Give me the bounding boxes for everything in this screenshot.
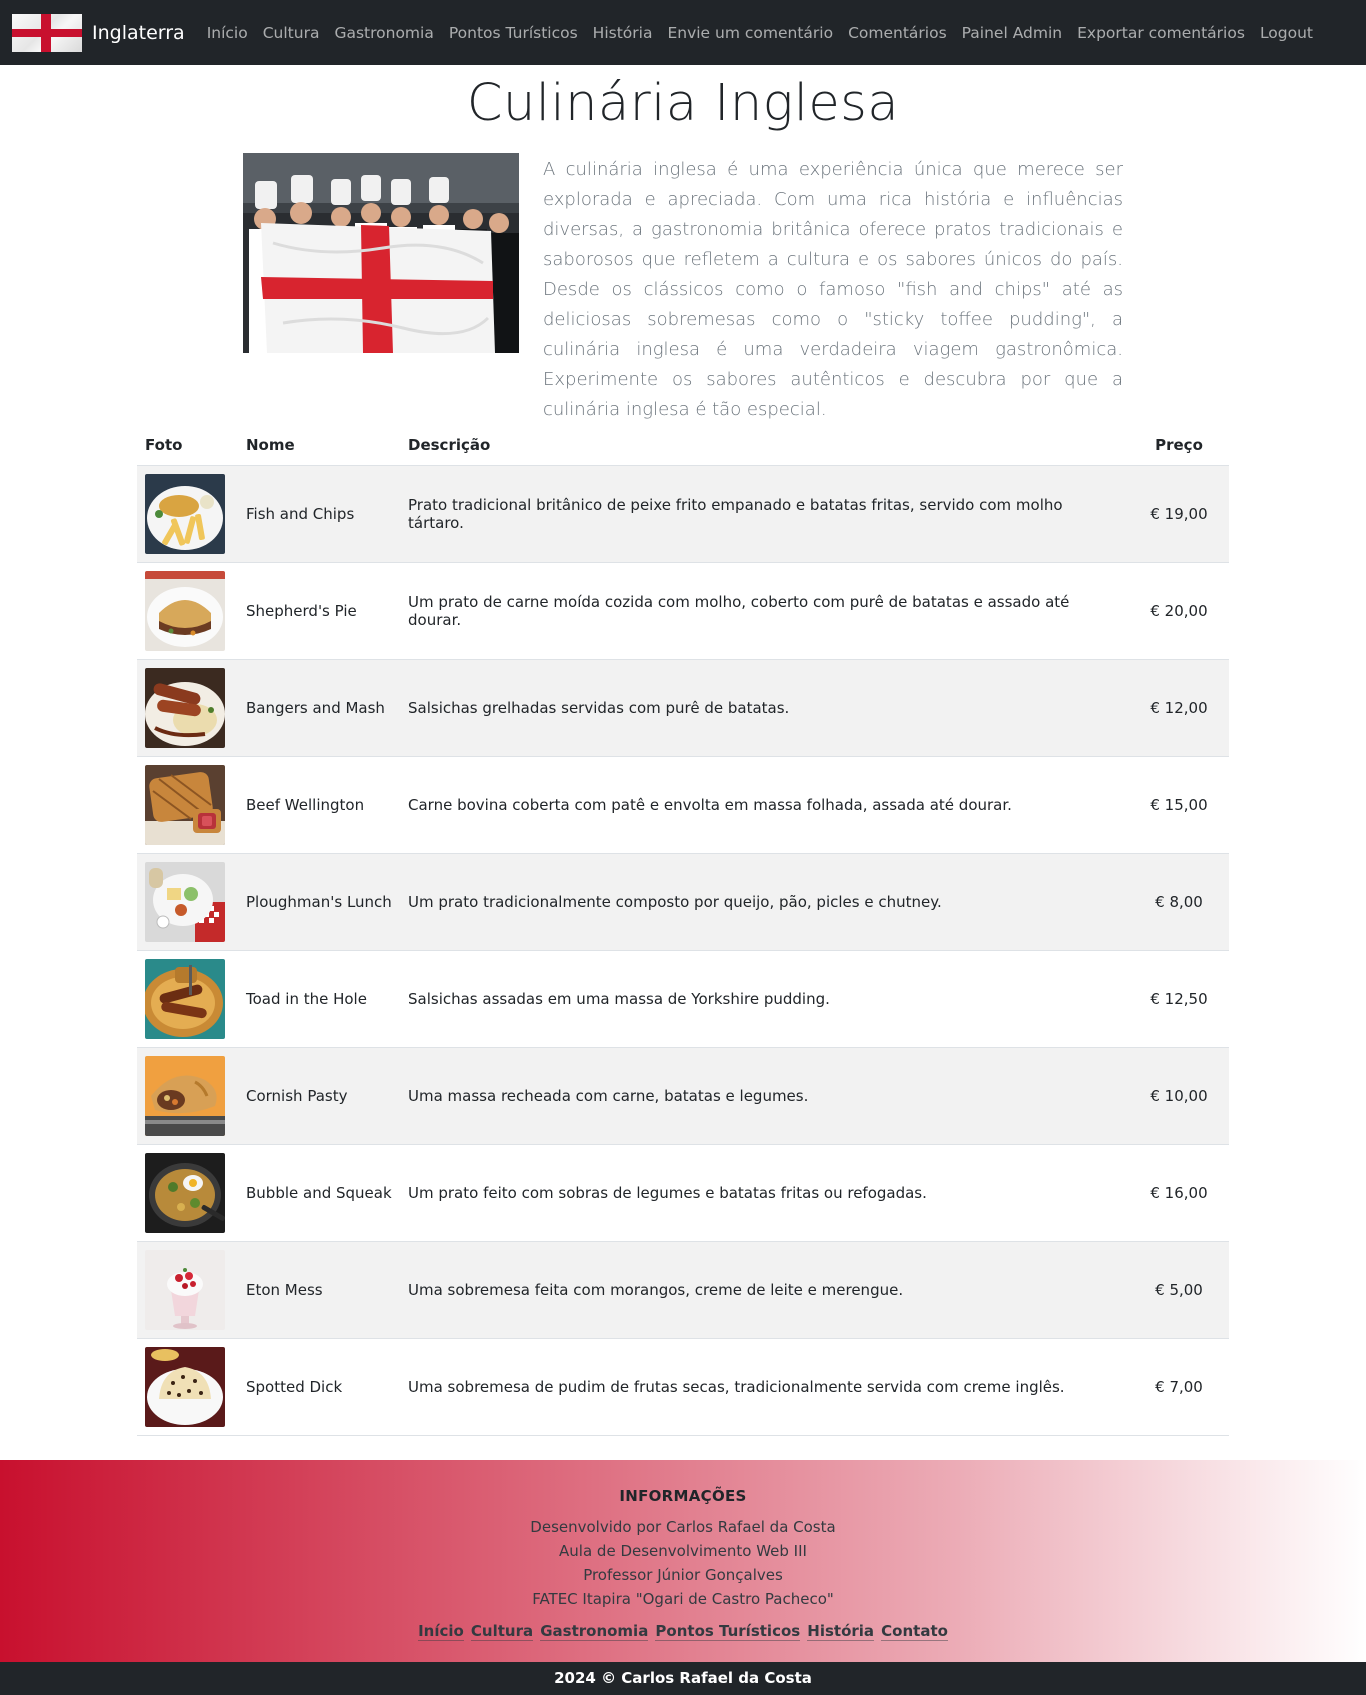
dish-name: Ploughman's Lunch	[238, 853, 400, 951]
footer-developer: Desenvolvido por Carlos Rafael da Costa	[530, 1518, 836, 1536]
nav-link-painel-admin[interactable]: Painel Admin	[962, 24, 1062, 42]
photo-cell	[137, 1144, 238, 1242]
nav-link-logout[interactable]: Logout	[1260, 24, 1313, 42]
footer-professor: Professor Júnior Gonçalves	[583, 1566, 783, 1584]
footer-institution: FATEC Itapira "Ogari de Castro Pacheco"	[532, 1590, 834, 1608]
table-row: Eton Mess Uma sobremesa feita com morang…	[137, 1241, 1229, 1339]
table-row: Beef Wellington Carne bovina coberta com…	[137, 756, 1229, 854]
dish-price: € 8,00	[1129, 853, 1229, 951]
table-row: Cornish Pasty Uma massa recheada com car…	[137, 1047, 1229, 1145]
photo-cell	[137, 756, 238, 854]
photo-cell	[137, 465, 238, 563]
nav-link-historia[interactable]: História	[593, 24, 653, 42]
footer-links: Início Cultura Gastronomia Pontos Turíst…	[0, 1621, 1366, 1641]
fish-and-chips-photo	[145, 473, 225, 554]
nav-link-inicio[interactable]: Início	[207, 24, 248, 42]
bubble-and-squeak-photo	[145, 1152, 225, 1233]
dish-name: Fish and Chips	[238, 465, 400, 563]
photo-cell	[137, 659, 238, 757]
dish-name: Eton Mess	[238, 1241, 400, 1339]
dish-description: Um prato feito com sobras de legumes e b…	[400, 1144, 1129, 1242]
dish-description: Uma sobremesa feita com morangos, creme …	[400, 1241, 1129, 1339]
photo-cell	[137, 1241, 238, 1339]
dish-price: € 7,00	[1129, 1338, 1229, 1436]
dish-price: € 12,50	[1129, 950, 1229, 1048]
copyright-bar: 2024 © Carlos Rafael da Costa	[0, 1662, 1366, 1695]
header-descricao: Descrição	[400, 425, 1129, 466]
dish-price: € 12,00	[1129, 659, 1229, 757]
dish-name: Cornish Pasty	[238, 1047, 400, 1145]
dish-name: Toad in the Hole	[238, 950, 400, 1048]
table-row: Toad in the Hole Salsichas assadas em um…	[137, 950, 1229, 1048]
dish-price: € 5,00	[1129, 1241, 1229, 1339]
table-row: Fish and Chips Prato tradicional britâni…	[137, 465, 1229, 563]
page-title: Culinária Inglesa	[466, 74, 900, 133]
table-row: Ploughman's Lunch Um prato tradicionalme…	[137, 853, 1229, 951]
dish-name: Shepherd's Pie	[238, 562, 400, 660]
footer-link-inicio[interactable]: Início	[418, 1622, 464, 1641]
table-row: Shepherd's Pie Um prato de carne moída c…	[137, 562, 1229, 660]
dish-price: € 16,00	[1129, 1144, 1229, 1242]
nav-link-cultura[interactable]: Cultura	[263, 24, 320, 42]
top-navbar: Inglaterra Início Cultura Gastronomia Po…	[0, 0, 1366, 65]
shepherds-pie-photo	[145, 570, 225, 651]
nav-link-gastronomia[interactable]: Gastronomia	[334, 24, 433, 42]
table-header-row: Foto Nome Descrição Preço	[137, 425, 1229, 466]
table-row: Bangers and Mash Salsichas grelhadas ser…	[137, 659, 1229, 757]
photo-cell	[137, 1047, 238, 1145]
photo-cell	[137, 853, 238, 951]
dish-name: Spotted Dick	[238, 1338, 400, 1436]
dish-description: Uma sobremesa de pudim de frutas secas, …	[400, 1338, 1129, 1436]
footer-link-pontos-turisticos[interactable]: Pontos Turísticos	[655, 1622, 801, 1641]
header-foto: Foto	[137, 425, 238, 466]
dish-name: Bangers and Mash	[238, 659, 400, 757]
photo-cell	[137, 950, 238, 1048]
england-flag-icon	[12, 13, 82, 52]
navbar-brand[interactable]: Inglaterra	[12, 13, 207, 52]
cornish-pasty-photo	[145, 1055, 225, 1136]
nav-link-envie-comentario[interactable]: Envie um comentário	[667, 24, 833, 42]
toad-in-the-hole-photo	[145, 958, 225, 1039]
dish-description: Um prato de carne moída cozida com molho…	[400, 562, 1129, 660]
beef-wellington-photo	[145, 764, 225, 845]
ploughmans-lunch-photo	[145, 861, 225, 942]
table-row: Spotted Dick Uma sobremesa de pudim de f…	[137, 1338, 1229, 1436]
footer-title: INFORMAÇÕES	[619, 1487, 747, 1505]
nav-link-pontos-turisticos[interactable]: Pontos Turísticos	[449, 24, 578, 42]
eton-mess-photo	[145, 1249, 225, 1330]
footer-link-gastronomia[interactable]: Gastronomia	[540, 1622, 649, 1641]
footer-link-cultura[interactable]: Cultura	[470, 1622, 534, 1641]
dish-description: Uma massa recheada com carne, batatas e …	[400, 1047, 1129, 1145]
hero-image	[243, 153, 519, 353]
dish-price: € 15,00	[1129, 756, 1229, 854]
dish-description: Carne bovina coberta com patê e envolta …	[400, 756, 1129, 854]
dish-price: € 20,00	[1129, 562, 1229, 660]
nav-link-comentarios[interactable]: Comentários	[848, 24, 947, 42]
nav-links: Início Cultura Gastronomia Pontos Turíst…	[207, 24, 1328, 42]
dish-description: Um prato tradicionalmente composto por q…	[400, 853, 1129, 951]
dish-description: Prato tradicional britânico de peixe fri…	[400, 465, 1129, 563]
dish-name: Beef Wellington	[238, 756, 400, 854]
menu-table: Foto Nome Descrição Preço Fish and Chips…	[137, 425, 1229, 1436]
dish-price: € 10,00	[1129, 1047, 1229, 1145]
photo-cell	[137, 562, 238, 660]
dish-description: Salsichas assadas em uma massa de Yorksh…	[400, 950, 1129, 1048]
nav-link-exportar-comentarios[interactable]: Exportar comentários	[1077, 24, 1245, 42]
footer-course: Aula de Desenvolvimento Web III	[559, 1542, 807, 1560]
footer-link-contato[interactable]: Contato	[881, 1622, 948, 1641]
hero-intro-text: A culinária inglesa é uma experiência ún…	[543, 159, 1123, 420]
footer: INFORMAÇÕES Desenvolvido por Carlos Rafa…	[0, 1460, 1366, 1662]
header-preco: Preço	[1129, 425, 1229, 466]
dish-name: Bubble and Squeak	[238, 1144, 400, 1242]
table-row: Bubble and Squeak Um prato feito com sob…	[137, 1144, 1229, 1242]
spotted-dick-photo	[145, 1346, 225, 1427]
dish-price: € 19,00	[1129, 465, 1229, 563]
bangers-and-mash-photo	[145, 667, 225, 748]
brand-name[interactable]: Inglaterra	[92, 22, 185, 44]
photo-cell	[137, 1338, 238, 1436]
dish-description: Salsichas grelhadas servidas com purê de…	[400, 659, 1129, 757]
header-nome: Nome	[238, 425, 400, 466]
footer-link-historia[interactable]: História	[807, 1622, 875, 1641]
